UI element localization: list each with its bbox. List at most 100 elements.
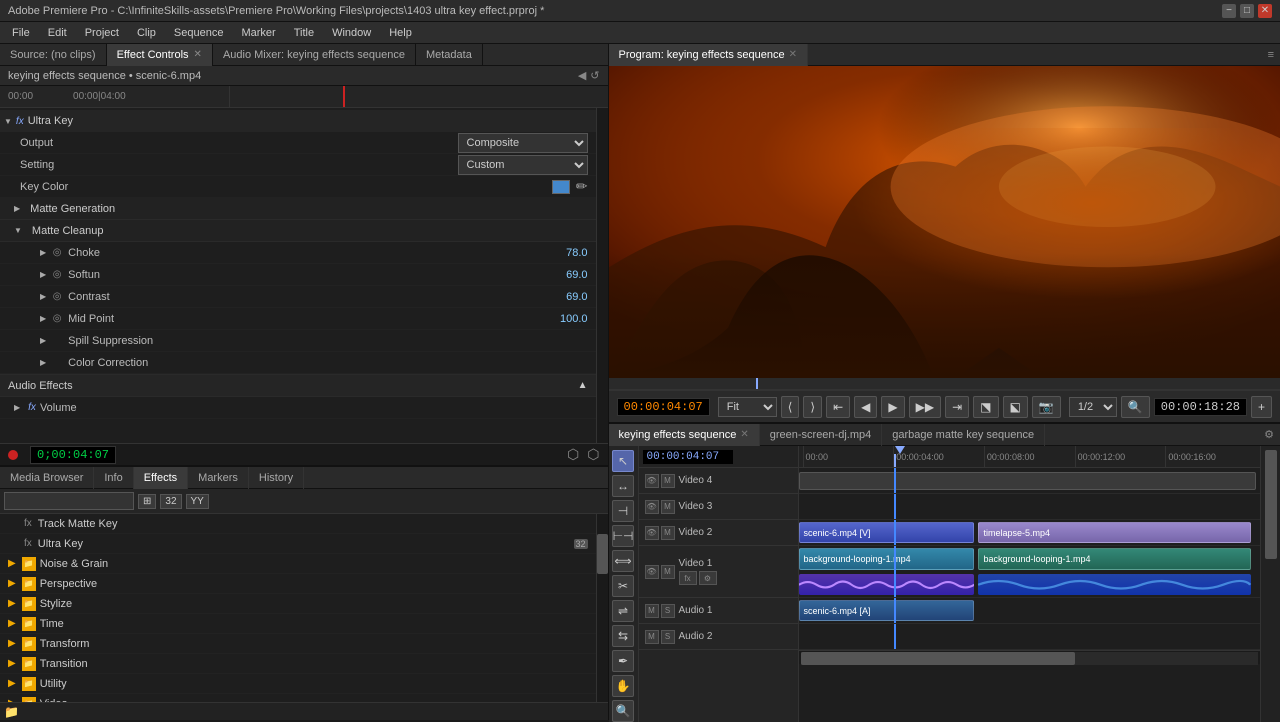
effects-btn-32[interactable]: 32 — [160, 494, 181, 509]
go-out-button[interactable]: ⇥ — [945, 396, 969, 418]
minimize-button[interactable]: − — [1222, 4, 1236, 18]
clip-bg-loop2-v1[interactable]: background-looping-1.mp4 — [978, 548, 1250, 570]
timeline-settings-icon[interactable]: ⚙ — [1258, 428, 1280, 441]
item-stylize[interactable]: ▶ 📁 Stylize — [0, 594, 596, 614]
menu-help[interactable]: Help — [381, 25, 420, 41]
a2-mute-icon[interactable]: M — [645, 630, 659, 644]
v4-eye-icon[interactable]: 👁 — [645, 474, 659, 488]
close-monitor-icon[interactable]: ✕ — [789, 49, 797, 60]
close-button[interactable]: ✕ — [1258, 4, 1272, 18]
effects-vscrollbar[interactable] — [596, 514, 608, 702]
contrast-value[interactable]: 69.0 — [528, 291, 588, 303]
monitor-menu-icon[interactable]: ≡ — [1262, 49, 1280, 61]
v1-extra-btn1[interactable]: fx — [679, 571, 697, 585]
tab-metadata[interactable]: Metadata — [416, 44, 483, 66]
timeline-vscroll-thumb[interactable] — [1265, 450, 1277, 559]
item-time[interactable]: ▶ 📁 Time — [0, 614, 596, 634]
mark-out-button[interactable]: ⟩ — [803, 396, 822, 418]
tab-source[interactable]: Source: (no clips) — [0, 44, 107, 66]
monitor-fit-select[interactable]: Fit 25% 50% 100% — [718, 397, 777, 417]
clip-scenic6-v[interactable]: scenic-6.mp4 [V] — [799, 522, 974, 543]
razor-tool-button[interactable]: ✂ — [612, 575, 634, 597]
item-track-matte-key[interactable]: fx Track Matte Key — [0, 514, 596, 534]
close-keying-tab-icon[interactable]: ✕ — [740, 429, 748, 440]
monitor-scrub-track[interactable] — [609, 378, 1280, 389]
zoom-tool-button[interactable]: 🔍 — [612, 700, 634, 722]
tab-effect-controls[interactable]: Effect Controls ✕ — [107, 44, 213, 66]
clip-timelapse5[interactable]: timelapse-5.mp4 — [978, 522, 1250, 543]
overwrite-button[interactable]: ⬕ — [1003, 396, 1028, 418]
effects-search-input[interactable] — [4, 492, 134, 510]
play-button[interactable]: ▶ — [881, 396, 904, 418]
tab-timeline-greenscreen[interactable]: green-screen-dj.mp4 — [760, 424, 883, 446]
key-color-swatch[interactable] — [552, 180, 570, 194]
maximize-button[interactable]: □ — [1240, 4, 1254, 18]
tab-media-browser[interactable]: Media Browser — [0, 467, 94, 489]
v3-lock-icon[interactable]: M — [661, 500, 675, 514]
monitor-scrub-row[interactable] — [609, 378, 1280, 390]
hscroll-track[interactable] — [801, 652, 1258, 665]
ec-vscrollbar[interactable] — [596, 108, 608, 443]
timeline-timecode-input[interactable] — [643, 450, 733, 464]
eyedropper-icon[interactable]: ✏ — [576, 178, 588, 195]
tab-timeline-garbage[interactable]: garbage matte key sequence — [882, 424, 1045, 446]
ultra-key-header[interactable]: ▼ fx Ultra Key — [0, 110, 596, 132]
item-noise-grain[interactable]: ▶ 📁 Noise & Grain — [0, 554, 596, 574]
track-select-tool-button[interactable]: ↔ — [612, 475, 634, 497]
choke-value[interactable]: 78.0 — [528, 247, 588, 259]
close-effect-controls-icon[interactable]: ✕ — [194, 49, 202, 60]
v2-eye-icon[interactable]: 👁 — [645, 526, 659, 540]
slip-tool-button[interactable]: ⇌ — [612, 600, 634, 622]
item-transform[interactable]: ▶ 📁 Transform — [0, 634, 596, 654]
tab-history[interactable]: History — [249, 467, 304, 489]
prev-frame-button[interactable]: ◀ — [854, 396, 877, 418]
matte-generation-header[interactable]: ▶ Matte Generation — [0, 198, 596, 220]
ripple-tool-button[interactable]: ⊣ — [612, 500, 634, 522]
selection-tool-button[interactable]: ↖ — [612, 450, 634, 472]
tab-effects[interactable]: Effects — [134, 467, 188, 489]
monitor-quality-select[interactable]: 1/2 Full 1/4 — [1069, 397, 1117, 417]
monitor-current-timecode[interactable]: 00:00:04:07 — [617, 398, 710, 416]
item-perspective[interactable]: ▶ 📁 Perspective — [0, 574, 596, 594]
next-frame-button[interactable]: ▶▶ — [909, 396, 941, 418]
audio-effects-expand-icon[interactable]: ▲ — [578, 380, 588, 391]
ec-prev-icon[interactable]: ◀ — [578, 69, 586, 82]
softun-value[interactable]: 69.0 — [528, 269, 588, 281]
ec-reset-icon[interactable]: ↺ — [590, 69, 599, 82]
a1-mute-icon[interactable]: M — [645, 604, 659, 618]
slide-tool-button[interactable]: ⇆ — [612, 625, 634, 647]
rate-stretch-tool-button[interactable]: ⟺ — [612, 550, 634, 572]
menu-title[interactable]: Title — [286, 25, 322, 41]
tab-timeline-keying[interactable]: keying effects sequence ✕ — [609, 424, 760, 446]
menu-marker[interactable]: Marker — [233, 25, 283, 41]
item-video[interactable]: ▶ 📁 Video — [0, 694, 596, 702]
new-folder-icon[interactable]: 📁 — [4, 705, 19, 719]
menu-file[interactable]: File — [4, 25, 38, 41]
menu-clip[interactable]: Clip — [129, 25, 164, 41]
v1-lock-icon[interactable]: M — [661, 565, 675, 579]
rolling-tool-button[interactable]: ⊢⊣ — [612, 525, 634, 547]
v4-lock-icon[interactable]: M — [661, 474, 675, 488]
tab-program-monitor[interactable]: Program: keying effects sequence ✕ — [609, 44, 809, 66]
tab-audio-mixer[interactable]: Audio Mixer: keying effects sequence — [213, 44, 416, 66]
output-dropdown[interactable]: Composite Alpha Channel Color Channel — [458, 133, 588, 153]
item-transition[interactable]: ▶ 📁 Transition — [0, 654, 596, 674]
v2-lock-icon[interactable]: M — [661, 526, 675, 540]
pen-tool-button[interactable]: ✒ — [612, 650, 634, 672]
audio-effects-header[interactable]: Audio Effects ▲ — [0, 375, 596, 397]
menu-sequence[interactable]: Sequence — [166, 25, 232, 41]
a1-solo-icon[interactable]: S — [661, 604, 675, 618]
ec-clip-in-icon[interactable]: ⬡ — [567, 446, 579, 463]
zoom-button[interactable]: 🔍 — [1121, 396, 1150, 418]
go-in-button[interactable]: ⇤ — [826, 396, 850, 418]
v1-eye-icon[interactable]: 👁 — [645, 565, 659, 579]
menu-window[interactable]: Window — [324, 25, 379, 41]
hand-tool-button[interactable]: ✋ — [612, 675, 634, 697]
insert-button[interactable]: ⬔ — [973, 396, 998, 418]
menu-edit[interactable]: Edit — [40, 25, 75, 41]
tab-markers[interactable]: Markers — [188, 467, 249, 489]
effects-btn-yy[interactable]: YY — [186, 494, 209, 509]
matte-cleanup-header[interactable]: ▼ Matte Cleanup — [0, 220, 596, 242]
ec-clip-out-icon[interactable]: ⬡ — [587, 446, 599, 463]
item-ultra-key[interactable]: fx Ultra Key 32 — [0, 534, 596, 554]
